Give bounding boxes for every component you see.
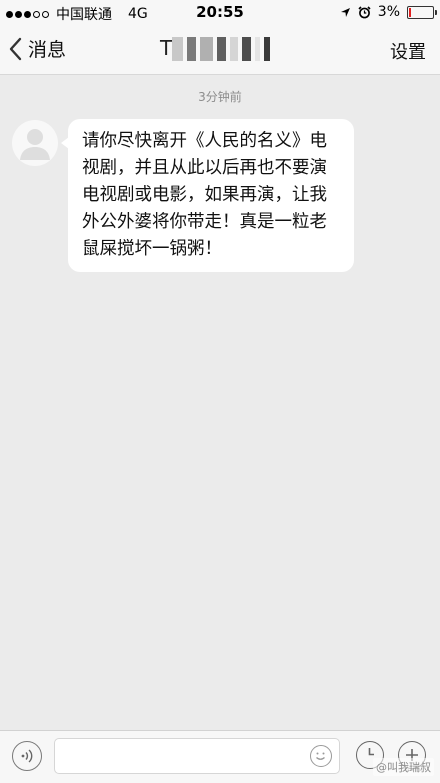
battery-fill — [409, 7, 411, 17]
chevron-left-icon — [9, 37, 22, 60]
name-mosaic-blur — [172, 37, 270, 61]
voice-icon — [21, 749, 33, 763]
status-right: 3% — [340, 4, 437, 20]
nav-bar: 消息 T 设置 — [0, 24, 440, 75]
battery-percent: 3% — [377, 4, 400, 20]
battery-icon — [407, 5, 437, 19]
status-bar: 中国联通 4G 20:55 3% — [0, 0, 440, 24]
emoji-button[interactable] — [310, 745, 332, 767]
message-input[interactable] — [54, 738, 340, 774]
alarm-clock-icon — [358, 5, 371, 18]
location-arrow-icon — [340, 7, 350, 17]
avatar[interactable] — [12, 120, 58, 166]
emoji-icon — [316, 752, 325, 760]
voice-button[interactable] — [12, 741, 42, 771]
message-timestamp: 3分钟前 — [198, 90, 242, 104]
weibo-watermark: @叫我瑞叔 — [373, 758, 434, 776]
message-bubble: 请你尽快离开《人民的名义》电视剧，并且从此以后再也不要演电视剧或电影，如果再演，… — [61, 119, 354, 272]
back-button[interactable]: 消息 — [8, 35, 66, 62]
default-avatar-icon — [20, 129, 50, 160]
settings-button[interactable]: 设置 — [390, 38, 426, 64]
back-label: 消息 — [28, 39, 67, 61]
